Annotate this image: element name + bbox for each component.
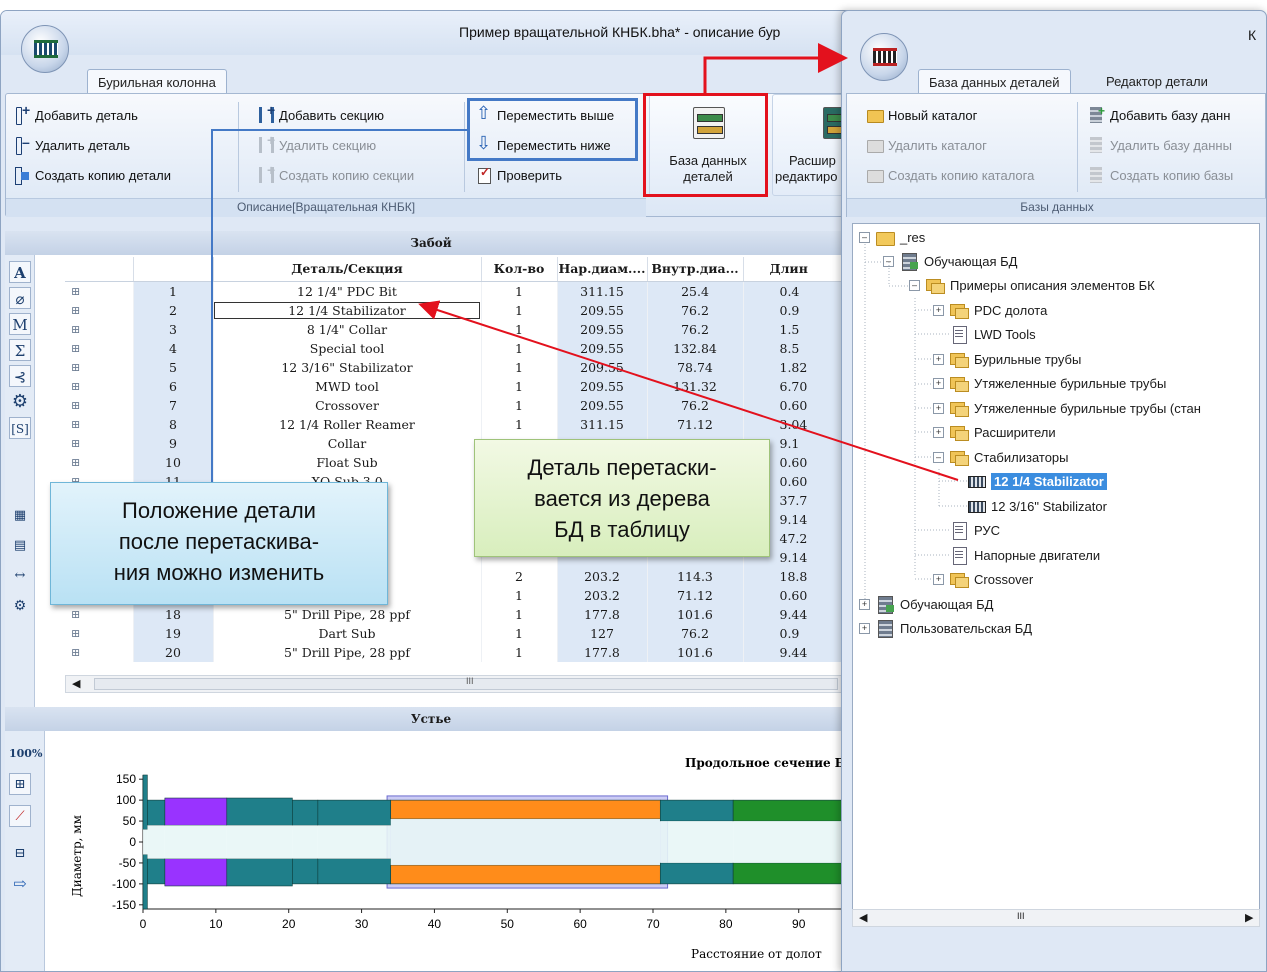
position-callout: Положение детали после перетаскива- ния … — [50, 482, 388, 605]
drag-callout: Деталь перетаски- вается из дерева БД в … — [474, 439, 770, 557]
arrow-to-db-window — [703, 43, 848, 93]
arrow-move-to-callout — [211, 129, 467, 482]
